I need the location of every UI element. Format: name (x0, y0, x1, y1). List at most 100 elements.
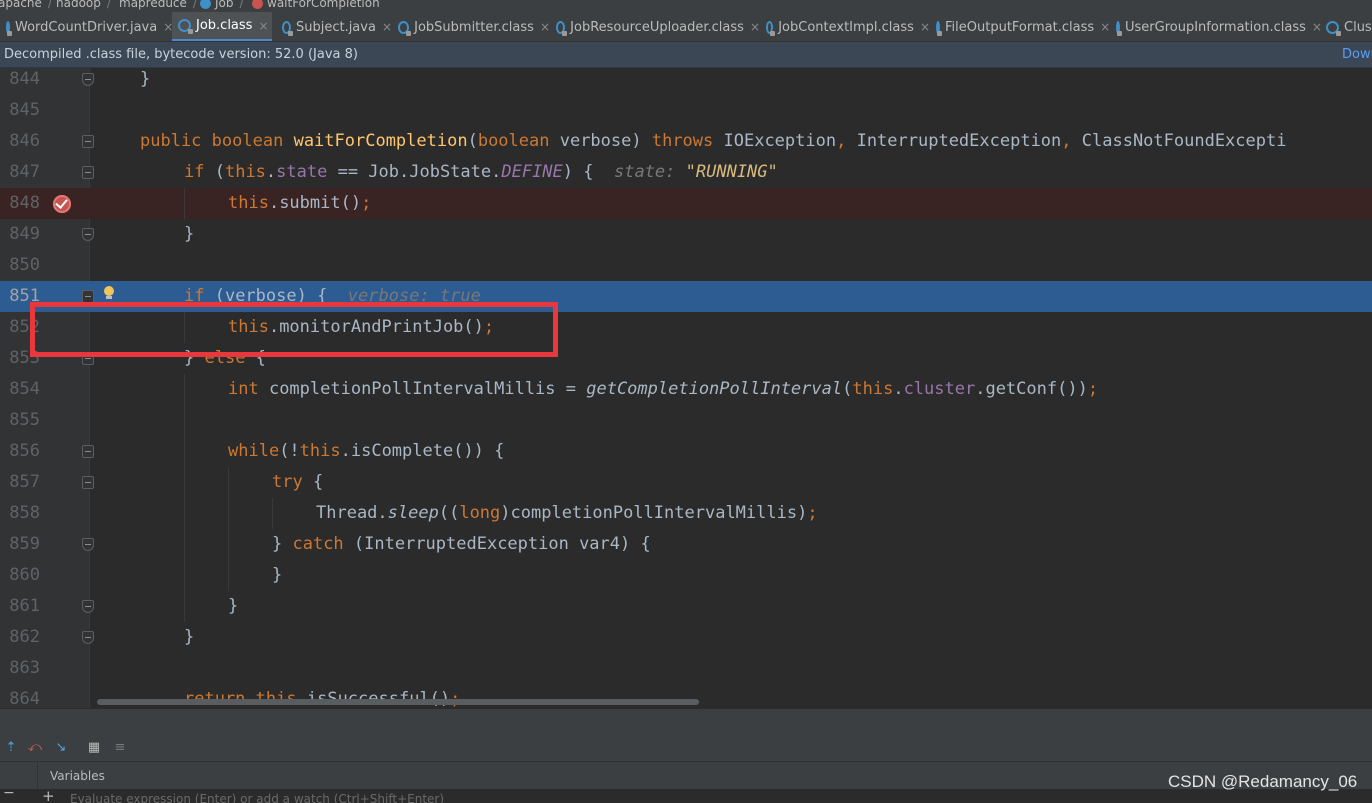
line-number: 860 (9, 565, 40, 585)
code-line: 858 Thread.sleep((long)completionPollInt… (0, 498, 1372, 529)
code-line: 845 (0, 95, 1372, 126)
tab-label: Subject.java (295, 19, 376, 35)
code-line: 860 } (0, 560, 1372, 591)
compiled-class-icon (766, 20, 776, 36)
fold-start-icon[interactable] (82, 135, 94, 148)
code-line: 847 if (this.state == Job.JobState.DEFIN… (0, 157, 1372, 188)
code-text: try { (272, 472, 324, 492)
class-icon (200, 0, 211, 9)
watch-expression-input[interactable]: Evaluate expression (Enter) or add a wat… (70, 792, 444, 803)
fold-start-icon[interactable] (82, 445, 94, 458)
drop-frame-icon[interactable]: ⤺ (27, 740, 43, 756)
java-class-icon (6, 20, 12, 36)
decompiled-message: Decompiled .class file, bytecode version… (4, 47, 358, 62)
code-text: int completionPollIntervalMillis = getCo… (228, 379, 1099, 399)
tab-jobcontextimpl[interactable]: JobContextImpl.class × (760, 12, 930, 41)
close-icon[interactable]: × (750, 20, 760, 34)
panel-splitter[interactable] (0, 708, 1372, 734)
inline-debug-value: "RUNNING" (685, 162, 778, 182)
breadcrumb-item-hadoop[interactable]: hadoop / (56, 0, 117, 10)
tab-cluster[interactable]: Clus (1320, 12, 1372, 41)
breakpoint-icon[interactable] (53, 195, 71, 213)
code-line: 857 try { (0, 467, 1372, 498)
tab-usergroupinformation[interactable]: UserGroupInformation.class × (1110, 12, 1322, 41)
close-icon[interactable]: × (1100, 20, 1110, 34)
code-line: 846 public boolean waitForCompletion(boo… (0, 126, 1372, 157)
fold-end-icon[interactable] (82, 600, 94, 613)
line-number: 845 (9, 100, 40, 120)
tab-jobresourceuploader[interactable]: JobResourceUploader.class × (550, 12, 760, 41)
evaluate-expression-icon[interactable]: ▦ (86, 740, 102, 756)
download-sources-link[interactable]: Down (1342, 47, 1372, 62)
java-class-icon (282, 20, 293, 36)
breadcrumb-item-mapreduce[interactable]: mapreduce / (119, 0, 203, 10)
close-icon[interactable]: × (540, 20, 550, 34)
code-editor[interactable]: 844 } 845 846 public boolean waitForComp… (0, 68, 1372, 708)
code-text: } (184, 627, 195, 647)
code-line-breakpoint: 848 this.submit(); (0, 188, 1372, 219)
code-line: 861 } (0, 591, 1372, 622)
code-text: } catch (InterruptedException var4) { (272, 534, 651, 554)
breadcrumb-label: mapreduce (119, 0, 187, 10)
fold-end-icon[interactable] (82, 228, 94, 241)
tab-job-class[interactable]: Job.class × (172, 12, 272, 41)
line-number: 864 (9, 689, 40, 708)
line-number: 846 (9, 131, 40, 151)
tab-subject[interactable]: Subject.java × (276, 12, 392, 41)
close-icon[interactable]: × (382, 20, 392, 34)
breadcrumb-item-job[interactable]: Job / (200, 0, 250, 10)
code-text: Thread.sleep((long)completionPollInterva… (316, 503, 818, 523)
fold-end-icon[interactable] (82, 538, 94, 551)
remove-watch-icon[interactable]: − (3, 789, 15, 801)
tab-label: UserGroupInformation.class (1125, 19, 1306, 35)
fold-end-icon[interactable] (82, 631, 94, 644)
debug-toolbar: ⇡ ⤺ ↘ ▦ ≡ (0, 734, 1372, 761)
horizontal-scrollbar[interactable] (97, 699, 699, 705)
variables-title: Variables (50, 769, 105, 783)
compiled-class-icon (398, 20, 412, 36)
breadcrumb-label: apache (0, 0, 42, 10)
fold-start-icon[interactable] (82, 476, 94, 489)
trace-stream-icon[interactable]: ≡ (112, 740, 128, 756)
code-text: } (184, 224, 195, 244)
tab-label: WordCountDriver.java (15, 19, 158, 35)
code-line: 859 } catch (InterruptedException var4) … (0, 529, 1372, 560)
tab-fileoutputformat[interactable]: FileOutputFormat.class × (930, 12, 1110, 41)
close-icon[interactable]: × (258, 19, 268, 33)
variables-header: Variables (0, 761, 1372, 803)
close-icon[interactable]: × (920, 20, 930, 34)
line-number: 857 (9, 472, 40, 492)
line-number: 848 (9, 193, 40, 213)
line-number: 861 (9, 596, 40, 616)
line-number: 863 (9, 658, 40, 678)
line-number: 855 (9, 410, 40, 430)
breadcrumb: apache / hadoop / mapreduce / Job / waitForC… (0, 0, 1372, 12)
step-out-icon[interactable]: ⇡ (3, 740, 19, 756)
fold-end-icon[interactable] (82, 73, 94, 86)
line-number: 856 (9, 441, 40, 461)
code-line: 855 (0, 405, 1372, 436)
run-to-cursor-icon[interactable]: ↘ (53, 740, 69, 756)
code-line: 856 while(!this.isComplete()) { (0, 436, 1372, 467)
watch-row: − + Evaluate expression (Enter) or add a… (0, 789, 1372, 803)
code-line: 863 (0, 653, 1372, 684)
tab-wordcountdriver[interactable]: WordCountDriver.java × (0, 12, 173, 41)
breadcrumb-item-method[interactable]: waitForCompletion (252, 0, 380, 10)
add-watch-icon[interactable]: + (42, 789, 55, 803)
fold-start-icon[interactable] (82, 166, 94, 179)
line-number: 858 (9, 503, 40, 523)
tab-label: FileOutputFormat.class (945, 19, 1095, 35)
tab-label: Clus (1344, 19, 1372, 35)
code-text: this.submit(); (228, 193, 372, 213)
lightbulb-icon[interactable] (104, 286, 114, 300)
tab-jobsubmitter[interactable]: JobSubmitter.class × (392, 12, 550, 41)
compiled-class-icon (1116, 20, 1122, 36)
code-text: } (228, 596, 239, 616)
code-line: 844 } (0, 68, 1372, 95)
breadcrumb-item-apache[interactable]: apache / (0, 0, 58, 10)
method-icon (252, 0, 263, 9)
code-text: } (272, 565, 283, 585)
tab-label: JobContextImpl.class (778, 19, 914, 35)
watermark: CSDN @Redamancy_06 (1168, 772, 1358, 791)
line-number: 849 (9, 224, 40, 244)
